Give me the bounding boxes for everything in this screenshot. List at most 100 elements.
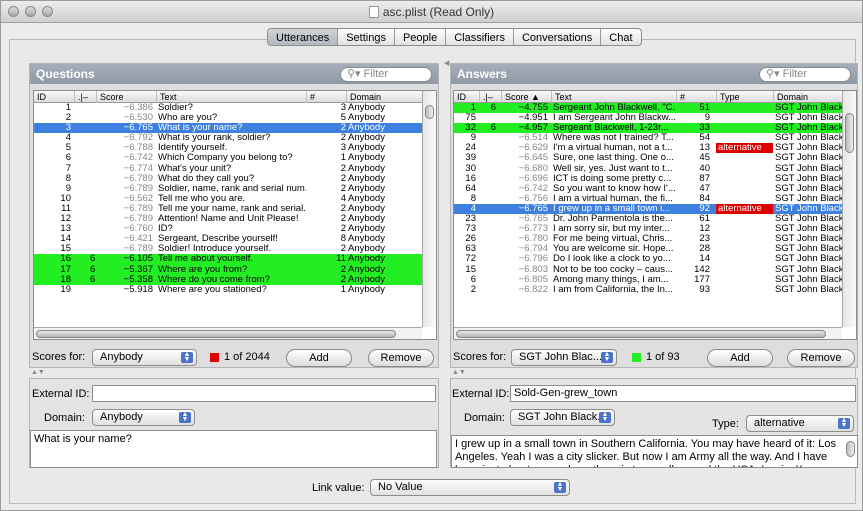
row-domain: SGT John Blackw (775, 203, 845, 214)
tab-utterances[interactable]: Utterances (268, 29, 339, 45)
questions-filter-input[interactable]: ⚲▾ Filter (340, 67, 432, 82)
scroll-thumb[interactable] (456, 330, 826, 338)
answers-vertical-scrollbar[interactable] (842, 91, 856, 327)
answers-scores-for-select[interactable]: SGT John Blac... ▲ ▼ (511, 349, 617, 366)
table-row[interactable]: 8 −6.789 What do they call you? 2 Anybody (34, 174, 422, 184)
col-mark[interactable]: .|– (74, 91, 96, 103)
table-row[interactable]: 4 −6.792 What is your rank, soldier? 2 Anybo… (34, 133, 422, 143)
link-value-select[interactable]: No Value ▲ ▼ (370, 479, 570, 496)
col-type[interactable]: Type (716, 91, 773, 103)
questions-vertical-scrollbar[interactable] (422, 91, 436, 327)
table-row[interactable]: 23 −6.765 Dr. John Parmentola is the... 61 S… (454, 214, 845, 224)
table-row[interactable]: 1 6 −4.755 Sergeant John Blackwell. "C... 51… (454, 103, 845, 114)
answers-table[interactable]: ID .|– Score ▲ Text # Type Domain 1 6 −4.7… (453, 90, 857, 340)
questions-table[interactable]: ID .|– Score Text # Domain 1 −6.386 Soldie… (33, 90, 437, 340)
col-domain[interactable]: Domain (773, 91, 848, 103)
tab-settings[interactable]: Settings (338, 29, 395, 45)
col-id[interactable]: ID (454, 91, 479, 103)
tab-classifiers[interactable]: Classifiers (446, 29, 514, 45)
col-count[interactable]: # (676, 91, 716, 103)
scroll-thumb[interactable] (425, 105, 434, 119)
col-text[interactable]: Text (551, 91, 676, 103)
table-row[interactable]: 5 −6.788 Identify yourself. 3 Anybody (34, 143, 422, 153)
row-domain: Anybody (348, 123, 385, 134)
table-row[interactable]: 4 −6.765 I grew up in a small town i... 92 a… (454, 203, 845, 215)
table-row[interactable]: 32 6 −4.957 Sergeant Blackwell, 1-23r... 33 S… (454, 123, 845, 134)
row-id: 3 (65, 123, 71, 134)
table-row[interactable]: 75 −4.951 I am Sergeant John Blackw... 9 SGT… (454, 113, 845, 123)
table-row[interactable]: 17 6 −5.367 Where are you from? 2 Anybody (34, 264, 422, 275)
answers-remove-button[interactable]: Remove (787, 349, 855, 367)
table-row[interactable]: 3 −6.765 What is your name? 2 Anybody (34, 123, 422, 134)
col-mark[interactable]: .|– (479, 91, 501, 103)
answer-text-area[interactable]: I grew up in a small town in Southern Ca… (451, 435, 858, 468)
answers-horizontal-scrollbar[interactable] (454, 327, 842, 339)
table-row[interactable]: 16 6 −6.105 Tell me about yourself. 11 Anybod… (34, 254, 422, 265)
answers-filter-input[interactable]: ⚲▾ Filter (759, 67, 851, 82)
tab-chat[interactable]: Chat (601, 29, 640, 45)
table-row[interactable]: 14 −6.421 Sergeant, Describe yourself! 8 Any… (34, 234, 422, 244)
table-row[interactable]: 1 −6.386 Soldier? 3 Anybody (34, 103, 422, 113)
table-row[interactable]: 15 −6.803 Not to be too cocky – caus... 142… (454, 265, 845, 275)
table-row[interactable]: 15 −6.789 Soldier! Introduce yourself. 2 Any… (34, 244, 422, 254)
table-row[interactable]: 2 −6.822 I am from California, the In... 93… (454, 285, 845, 295)
table-row[interactable]: 73 −6.773 I am sorry sir, but my inter... 1… (454, 224, 845, 234)
scroll-thumb[interactable] (36, 330, 396, 338)
table-row[interactable]: 2 −6.530 Who are you? 5 Anybody (34, 113, 422, 123)
table-row[interactable]: 11 −6.789 Tell me your name, rank and seri… (34, 204, 422, 214)
answer-text-scroll-thumb[interactable] (846, 441, 855, 457)
table-row[interactable]: 9 −6.514 Where was not I trained? T... 54 SG… (454, 133, 845, 143)
table-row[interactable]: 8 −6.756 I am a virtual human, the fi... 84… (454, 194, 845, 204)
table-row[interactable]: 19 −5.918 Where are you stationed? 1 Anybody (34, 285, 422, 295)
table-row[interactable]: 10 −6.562 Tell me who you are. 4 Anybody (34, 194, 422, 204)
splitter-grip[interactable]: ▲▼ (452, 369, 466, 376)
table-row[interactable]: 26 −6.780 For me being virtual, Chris... 23… (454, 234, 845, 244)
answer-external-id-field[interactable]: Sold-Gen-grew_town (510, 385, 856, 402)
table-row[interactable]: 12 −6.789 Attention! Name and Unit Please!… (34, 214, 422, 224)
tab-conversations[interactable]: Conversations (514, 29, 602, 45)
questions-horizontal-scrollbar[interactable] (34, 327, 422, 339)
table-row[interactable]: 24 −6.629 I'm a virtual human, not a t... 1… (454, 143, 845, 154)
tab-people[interactable]: People (395, 29, 447, 45)
splitter-grip[interactable]: ▲▼ (31, 369, 45, 376)
splitter-grip[interactable]: ◀ (444, 59, 449, 67)
table-row[interactable]: 7 −6.774 What's your unit? 2 Anybody (34, 164, 422, 174)
col-score[interactable]: Score ▲ (501, 91, 551, 103)
table-row[interactable]: 9 −6.789 Soldier, name, rank and serial nu… (34, 184, 422, 194)
question-domain-select[interactable]: Anybody ▲ ▼ (92, 409, 195, 426)
table-row[interactable]: 63 −6.794 You are welcome sir. Hope... 28 SG… (454, 244, 845, 254)
questions-scores-for-select[interactable]: Anybody ▲ ▼ (92, 349, 197, 366)
link-value-label: Link value: (312, 482, 365, 494)
table-row[interactable]: 39 −6.645 Sure, one last thing. One o... 45… (454, 153, 845, 163)
table-row[interactable]: 16 −6.696 ICT is doing some pretty c... 87 S… (454, 174, 845, 184)
updown-arrows-icon: ▲ ▼ (601, 351, 613, 363)
row-score: −5.358 (123, 274, 153, 285)
col-id[interactable]: ID (34, 91, 74, 103)
scroll-thumb[interactable] (845, 113, 854, 153)
table-row[interactable]: 30 −6.680 Well sir, yes. Just want to t...… (454, 164, 845, 174)
table-row[interactable]: 6 −6.805 Among many things, I am... 177 SGT … (454, 275, 845, 285)
table-row[interactable]: 13 −6.760 ID? 2 Anybody (34, 224, 422, 234)
row-domain: Anybody (348, 284, 385, 295)
questions-add-button[interactable]: Add (286, 349, 352, 367)
row-score: −6.789 (123, 214, 153, 225)
table-row[interactable]: 64 −6.742 So you want to know how I'... 47 S… (454, 184, 845, 194)
col-text[interactable]: Text (156, 91, 306, 103)
col-count[interactable]: # (306, 91, 346, 103)
answer-type-select[interactable]: alternative ▲ ▼ (746, 415, 854, 432)
questions-remove-button[interactable]: Remove (368, 349, 434, 367)
row-domain: Anybody (348, 274, 385, 285)
col-domain[interactable]: Domain (346, 91, 426, 103)
question-external-id-field[interactable] (92, 385, 436, 402)
col-score[interactable]: Score (96, 91, 156, 103)
table-row[interactable]: 72 −6.796 Do I look like a clock to yo... 1… (454, 254, 845, 264)
answers-add-button[interactable]: Add (707, 349, 773, 367)
table-row[interactable]: 18 6 −5.358 Where do you come from? 2 Anybody (34, 274, 422, 285)
row-count: 8 (340, 234, 346, 245)
row-domain: Anybody (348, 163, 385, 174)
question-text-area[interactable]: What is your name? (30, 430, 437, 468)
table-row[interactable]: 6 −6.742 Which Company you belong to? 1 Anyb… (34, 153, 422, 163)
row-domain: Anybody (348, 153, 385, 164)
answer-type-label: Type: (712, 418, 739, 430)
answer-domain-select[interactable]: SGT John Black... ▲ ▼ (510, 409, 615, 426)
